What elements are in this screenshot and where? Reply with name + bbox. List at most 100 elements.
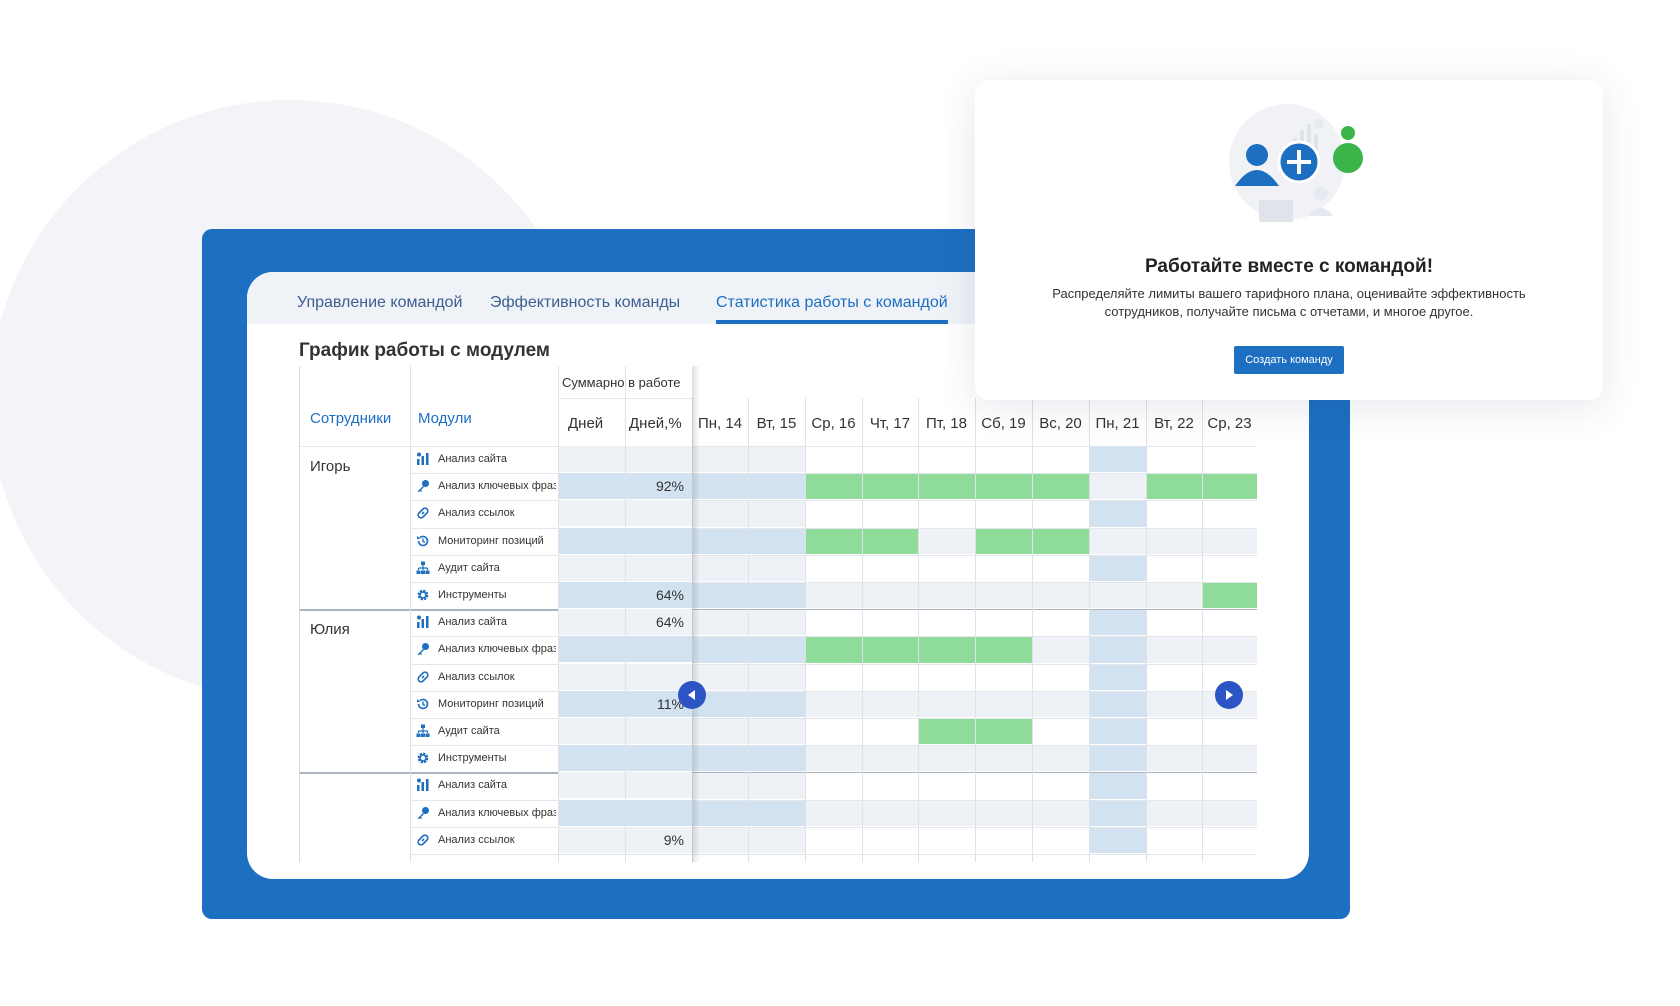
day-cell[interactable] <box>1033 719 1089 745</box>
day-cell[interactable] <box>806 719 862 745</box>
day-cell[interactable] <box>919 719 975 745</box>
day-cell[interactable] <box>1147 719 1202 745</box>
day-cell[interactable] <box>1147 637 1202 663</box>
day-cell[interactable] <box>1033 528 1089 554</box>
day-cell[interactable] <box>1033 447 1089 473</box>
day-cell[interactable] <box>806 664 862 690</box>
day-cell[interactable] <box>749 719 805 745</box>
day-cell[interactable] <box>806 555 862 581</box>
day-cell[interactable] <box>1203 583 1257 609</box>
day-cell[interactable] <box>749 501 805 527</box>
day-cell[interactable] <box>919 637 975 663</box>
day-cell[interactable] <box>863 827 918 853</box>
day-cell[interactable] <box>1203 528 1257 554</box>
day-cell[interactable] <box>1203 719 1257 745</box>
day-cell[interactable] <box>1033 746 1089 772</box>
day-cell[interactable] <box>749 610 805 636</box>
day-cell[interactable] <box>693 800 748 826</box>
day-cell[interactable] <box>863 773 918 799</box>
day-cell[interactable] <box>976 528 1032 554</box>
day-cell[interactable] <box>749 583 805 609</box>
day-cell[interactable] <box>806 637 862 663</box>
day-cell[interactable] <box>1033 691 1089 717</box>
day-cell[interactable] <box>806 773 862 799</box>
day-cell[interactable] <box>919 691 975 717</box>
day-cell[interactable] <box>919 773 975 799</box>
day-cell[interactable] <box>749 555 805 581</box>
day-cell[interactable] <box>749 746 805 772</box>
day-cell[interactable] <box>1090 800 1146 826</box>
day-cell[interactable] <box>919 501 975 527</box>
create-team-button[interactable]: Создать команду <box>1234 346 1344 374</box>
day-cell[interactable] <box>1033 610 1089 636</box>
day-cell[interactable] <box>919 555 975 581</box>
tab-team-management[interactable]: Управление командой <box>297 294 462 322</box>
day-cell[interactable] <box>976 610 1032 636</box>
tab-team-efficiency[interactable]: Эффективность команды <box>490 294 680 322</box>
day-cell[interactable] <box>919 610 975 636</box>
day-cell[interactable] <box>1090 827 1146 853</box>
day-cell[interactable] <box>693 719 748 745</box>
day-cell[interactable] <box>863 528 918 554</box>
day-cell[interactable] <box>863 610 918 636</box>
day-cell[interactable] <box>1090 746 1146 772</box>
day-cell[interactable] <box>1033 664 1089 690</box>
day-cell[interactable] <box>1090 501 1146 527</box>
day-cell[interactable] <box>976 800 1032 826</box>
day-cell[interactable] <box>806 746 862 772</box>
day-cell[interactable] <box>806 610 862 636</box>
day-cell[interactable] <box>919 800 975 826</box>
day-cell[interactable] <box>693 827 748 853</box>
day-cell[interactable] <box>1203 610 1257 636</box>
day-cell[interactable] <box>1203 501 1257 527</box>
day-cell[interactable] <box>976 447 1032 473</box>
day-cell[interactable] <box>1147 474 1202 500</box>
day-cell[interactable] <box>806 474 862 500</box>
day-cell[interactable] <box>976 583 1032 609</box>
day-cell[interactable] <box>1033 501 1089 527</box>
day-cell[interactable] <box>976 664 1032 690</box>
day-cell[interactable] <box>919 583 975 609</box>
day-cell[interactable] <box>1090 583 1146 609</box>
day-cell[interactable] <box>1147 746 1202 772</box>
day-cell[interactable] <box>749 474 805 500</box>
day-cell[interactable] <box>806 583 862 609</box>
day-cell[interactable] <box>863 800 918 826</box>
day-cell[interactable] <box>976 637 1032 663</box>
day-cell[interactable] <box>976 555 1032 581</box>
day-cell[interactable] <box>1147 800 1202 826</box>
day-cell[interactable] <box>1203 555 1257 581</box>
day-cell[interactable] <box>749 691 805 717</box>
day-cell[interactable] <box>863 501 918 527</box>
day-cell[interactable] <box>863 691 918 717</box>
day-cell[interactable] <box>1203 637 1257 663</box>
day-cell[interactable] <box>863 637 918 663</box>
day-cell[interactable] <box>806 827 862 853</box>
day-cell[interactable] <box>806 691 862 717</box>
day-cell[interactable] <box>863 746 918 772</box>
day-cell[interactable] <box>693 583 748 609</box>
day-cell[interactable] <box>693 528 748 554</box>
day-cell[interactable] <box>806 800 862 826</box>
day-cell[interactable] <box>693 501 748 527</box>
day-cell[interactable] <box>976 719 1032 745</box>
day-cell[interactable] <box>1090 637 1146 663</box>
day-cell[interactable] <box>1090 447 1146 473</box>
day-cell[interactable] <box>806 528 862 554</box>
day-cell[interactable] <box>1147 528 1202 554</box>
day-cell[interactable] <box>1090 555 1146 581</box>
day-cell[interactable] <box>693 746 748 772</box>
day-cell[interactable] <box>1090 773 1146 799</box>
day-cell[interactable] <box>1147 447 1202 473</box>
day-cell[interactable] <box>1033 800 1089 826</box>
day-cell[interactable] <box>693 555 748 581</box>
day-cell[interactable] <box>1147 827 1202 853</box>
day-cell[interactable] <box>693 610 748 636</box>
day-cell[interactable] <box>1147 773 1202 799</box>
day-cell[interactable] <box>749 800 805 826</box>
day-cell[interactable] <box>976 827 1032 853</box>
day-cell[interactable] <box>806 447 862 473</box>
day-cell[interactable] <box>749 827 805 853</box>
day-cell[interactable] <box>919 664 975 690</box>
day-cell[interactable] <box>749 773 805 799</box>
